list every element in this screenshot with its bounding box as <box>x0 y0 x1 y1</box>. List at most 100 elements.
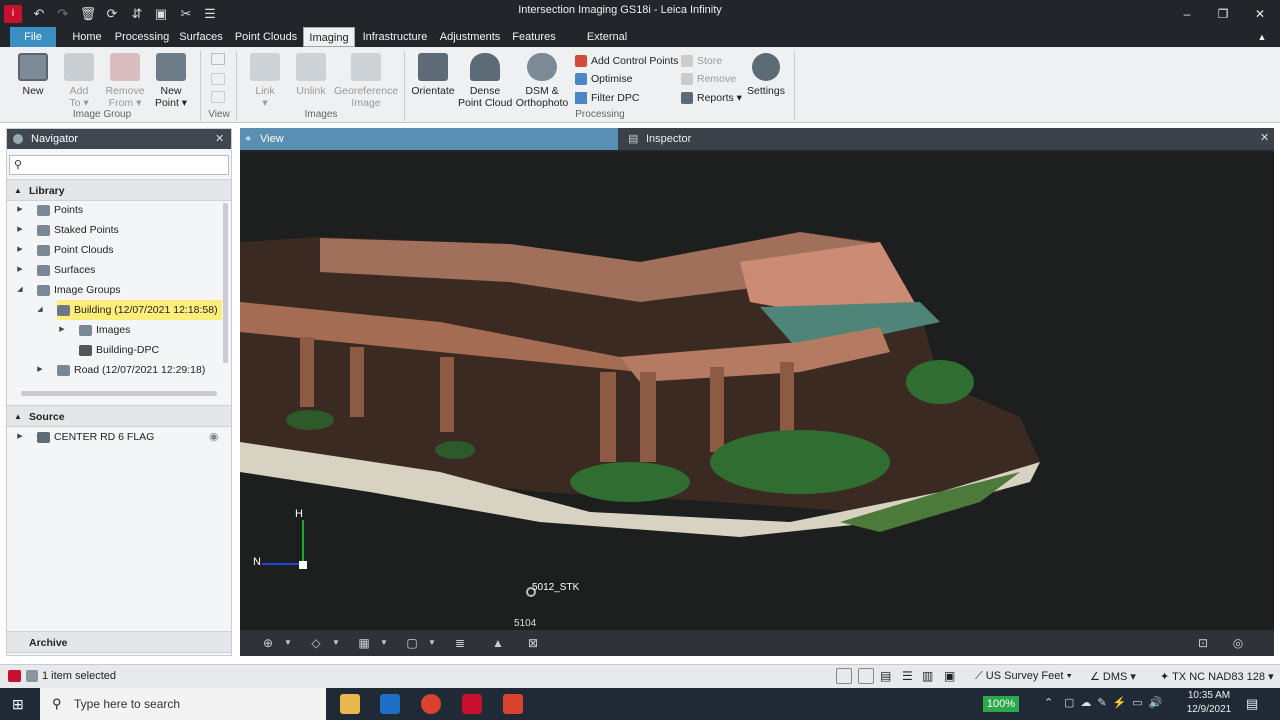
tab-home[interactable]: Home <box>66 27 108 47</box>
tab-features[interactable]: Features <box>510 27 558 47</box>
reports-button[interactable]: Reports ▾ <box>681 90 742 106</box>
gear-icon <box>752 53 780 81</box>
point-cloud-3d-view[interactable]: H N 5012_STK 5104 <box>240 152 1274 630</box>
file-explorer-icon[interactable] <box>340 694 360 714</box>
tree-item-surfaces[interactable]: ▶ Surfaces <box>17 260 95 280</box>
new-button[interactable]: New <box>14 53 52 97</box>
view-split-icon[interactable] <box>211 73 225 85</box>
close-navigator-icon[interactable]: ✕ <box>215 129 224 149</box>
grid-icon[interactable] <box>858 668 874 684</box>
tab-surfaces[interactable]: Surfaces <box>178 27 224 47</box>
tab-inspector[interactable]: ▤ Inspector <box>622 128 982 150</box>
zoom-badge[interactable]: 100% <box>983 696 1019 712</box>
layers-icon[interactable]: ▦ <box>356 636 372 650</box>
add-to-button[interactable]: Add To ▾ <box>60 53 98 109</box>
tab-point-clouds[interactable]: Point Clouds <box>232 27 300 47</box>
filter-icon[interactable]: ≣ <box>452 636 468 650</box>
tray-chevron-icon[interactable]: ⌃ <box>1044 696 1053 709</box>
store-button[interactable]: Store <box>681 53 722 69</box>
library-scrollbar[interactable] <box>223 203 228 363</box>
dropdown-icon[interactable]: ▼ <box>376 636 392 650</box>
terrain-icon[interactable]: ▲ <box>490 636 506 650</box>
tab-imaging[interactable]: Imaging <box>303 27 355 47</box>
building-icon[interactable]: ▥ <box>922 669 933 683</box>
view-single-icon[interactable] <box>211 53 225 65</box>
minimize-icon[interactable]: – <box>1177 5 1197 23</box>
tab-external-services[interactable]: External Services <box>566 27 648 63</box>
tray-icons[interactable]: ▢☁✎⚡▭🔊 <box>1064 696 1168 709</box>
coord-system-selector[interactable]: ✦ TX NC NAD83 128 ▾ <box>1160 670 1274 683</box>
tree-item-point-clouds[interactable]: ▶ Point Clouds <box>17 240 113 260</box>
expand-icon: ▶ <box>17 206 23 213</box>
tree-item-building-dpc[interactable]: Building-DPC <box>79 340 159 360</box>
units-selector[interactable]: ⟋ US Survey Feet ▾ <box>975 670 1072 683</box>
selection-icon <box>26 670 38 682</box>
tree-item-source[interactable]: ▶ CENTER RD 6 FLAG <box>17 427 154 447</box>
eye-icon[interactable]: ◉ <box>209 430 219 443</box>
dropdown-icon[interactable]: ▼ <box>424 636 440 650</box>
remove-from-button[interactable]: Remove From ▾ <box>104 53 146 109</box>
images-icon <box>79 324 92 336</box>
leica-infinity-icon[interactable] <box>462 694 482 714</box>
chrome-icon[interactable] <box>421 694 441 714</box>
outlook-icon[interactable] <box>380 694 400 714</box>
storage-icon[interactable]: ▣ <box>944 669 955 683</box>
orientate-button[interactable]: Orientate <box>410 53 456 97</box>
tree-item-staked-points[interactable]: ▶ Staked Points <box>17 220 119 240</box>
archive-section-header[interactable]: Archive <box>7 631 231 653</box>
dense-point-cloud-button[interactable]: Dense Point Cloud <box>458 53 512 109</box>
expand-icon: ▶ <box>17 226 23 233</box>
eye-icon[interactable]: ◎ <box>1230 636 1246 650</box>
taskbar-search-input[interactable]: ⚲ Type here to search <box>40 688 326 720</box>
filter-dpc-button[interactable]: Filter DPC <box>575 90 639 106</box>
notifications-icon[interactable]: ▤ <box>1246 696 1258 712</box>
clock-time: 10:35 AM <box>1187 690 1231 701</box>
layers-icon[interactable]: ☰ <box>902 669 913 683</box>
tree-item-image-groups[interactable]: ◢ Image Groups <box>17 280 120 300</box>
close-view-icon[interactable]: ✕ <box>1260 131 1269 144</box>
tab-processing[interactable]: Processing <box>114 27 170 47</box>
link-button[interactable]: Link ▾ <box>246 53 284 109</box>
close-icon[interactable]: ✕ <box>1250 5 1270 23</box>
tab-view[interactable]: ⌖ View <box>240 128 618 150</box>
new-point-button[interactable]: New Point ▾ <box>152 53 190 109</box>
tab-infrastructure[interactable]: Infrastructure <box>360 27 430 47</box>
tab-adjustments[interactable]: Adjustments <box>438 27 502 47</box>
angle-icon: ∠ <box>1090 671 1103 683</box>
tree-item-images[interactable]: ▶ Images <box>59 320 130 340</box>
dropdown-icon[interactable]: ▼ <box>280 636 296 650</box>
table-icon[interactable]: ▤ <box>880 669 891 683</box>
remove-button[interactable]: Remove <box>681 71 736 87</box>
image-group-icon <box>57 304 70 316</box>
tree-item-building[interactable]: ◢ Building (12/07/2021 12:18:58) <box>37 300 222 320</box>
tree-item-road[interactable]: ▶ Road (12/07/2021 12:29:18) <box>37 360 205 380</box>
navigate-icon[interactable]: ⊕ <box>260 636 276 650</box>
snagit-icon[interactable] <box>503 694 523 714</box>
collapse-ribbon-icon[interactable]: ▲ <box>1254 27 1270 47</box>
point-label-5104: 5104 <box>514 618 537 629</box>
angle-selector[interactable]: ∠ DMS ▾ <box>1090 670 1136 683</box>
dsm-orthophoto-button[interactable]: DSM & Orthophoto <box>514 53 570 109</box>
tree-item-points[interactable]: ▶ Points <box>17 200 83 220</box>
add-control-points-button[interactable]: Add Control Points <box>575 53 679 69</box>
georeference-image-button[interactable]: Georeference Image <box>334 53 398 109</box>
snap-icon[interactable] <box>836 668 852 684</box>
zoom-extents-icon[interactable]: ⊠ <box>525 636 541 650</box>
cube-view-icon[interactable]: ▢ <box>404 636 420 650</box>
fullscreen-icon[interactable]: ⊡ <box>1195 636 1211 650</box>
library-section-header[interactable]: ▲ Library <box>7 179 231 201</box>
optimise-button[interactable]: Optimise <box>575 71 632 87</box>
tab-file[interactable]: File <box>10 27 56 47</box>
surface-icon <box>37 264 50 276</box>
settings-button[interactable]: Settings <box>744 53 788 97</box>
library-horizontal-scrollbar[interactable] <box>21 391 217 396</box>
unlink-button[interactable]: Unlink <box>292 53 330 97</box>
view-grid-icon[interactable] <box>211 91 225 103</box>
select-icon[interactable]: ◇ <box>308 636 324 650</box>
source-section-header[interactable]: ▲ Source <box>7 405 231 427</box>
search-icon: ⚲ <box>52 696 62 711</box>
windows-start-icon[interactable]: ⊞ <box>12 696 28 712</box>
dropdown-icon[interactable]: ▼ <box>328 636 344 650</box>
maximize-icon[interactable]: ❐ <box>1213 5 1233 23</box>
navigator-search-input[interactable]: ⚲ <box>9 155 229 175</box>
